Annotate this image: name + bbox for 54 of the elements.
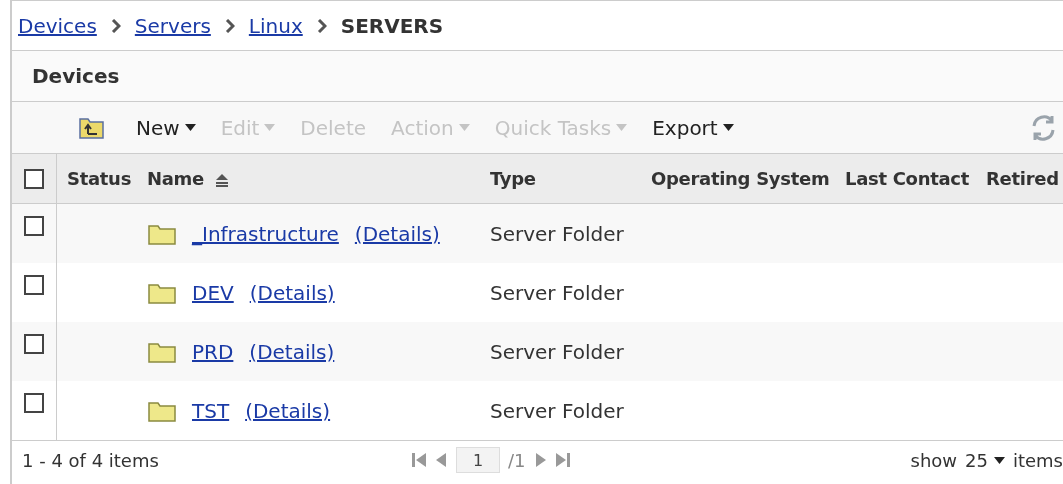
folder-link[interactable]: TST (192, 398, 230, 423)
folder-icon (148, 281, 176, 304)
folder-icon (148, 222, 176, 245)
folder-link[interactable]: DEV (192, 280, 234, 305)
last-page-icon[interactable] (555, 452, 570, 468)
folder-icon (148, 399, 176, 422)
show-label: show (910, 449, 958, 471)
breadcrumb-current: SERVERS (340, 13, 444, 38)
page-size-dropdown[interactable]: 25 (965, 449, 1005, 471)
caret-icon (722, 124, 734, 131)
next-page-icon[interactable] (533, 452, 548, 468)
details-link[interactable]: (Details) (249, 280, 335, 305)
page-total: /1 (508, 449, 526, 471)
folder-link[interactable]: _Infrastructure (192, 221, 339, 246)
folder-icon (148, 340, 176, 363)
column-header[interactable]: Status (57, 154, 137, 203)
breadcrumb-link[interactable]: Servers (134, 13, 211, 38)
panel-header: Devices (12, 50, 1063, 102)
details-link[interactable]: (Details) (245, 398, 331, 423)
items-summary: 1 - 4 of 4 items (22, 449, 159, 471)
chevron-icon (110, 18, 121, 33)
items-label: items (1012, 449, 1063, 471)
type-cell: Server Folder (490, 398, 624, 423)
column-header[interactable]: Type (480, 154, 641, 203)
row-checkbox[interactable] (24, 393, 44, 413)
chevron-icon (224, 18, 235, 33)
type-cell: Server Folder (490, 221, 624, 246)
caret-icon (458, 124, 470, 131)
chevron-icon (316, 18, 327, 33)
type-cell: Server Folder (490, 339, 624, 364)
breadcrumb-link[interactable]: Devices (18, 13, 97, 38)
checkbox[interactable] (24, 168, 44, 189)
caret-icon (616, 124, 628, 131)
previous-page-icon[interactable] (434, 452, 448, 468)
details-link[interactable]: (Details) (249, 339, 335, 364)
column-header[interactable]: Last Contact (835, 154, 976, 203)
menu-button[interactable]: New (136, 115, 196, 140)
details-link[interactable]: (Details) (354, 221, 440, 246)
column-header[interactable]: Operating System (641, 154, 835, 203)
column-header[interactable]: Retired (976, 154, 1063, 203)
row-checkbox[interactable] (24, 216, 44, 236)
caret-icon (993, 456, 1005, 464)
column-header[interactable]: Name (137, 154, 480, 203)
first-page-icon[interactable] (412, 452, 426, 468)
row-checkbox[interactable] (24, 334, 44, 354)
caret-icon (184, 124, 196, 131)
row-checkbox[interactable] (24, 275, 44, 295)
folder-up-icon[interactable] (78, 115, 105, 140)
type-cell: Server Folder (490, 280, 624, 305)
caret-icon (264, 124, 276, 131)
breadcrumb-link[interactable]: Linux (248, 13, 303, 38)
page-input[interactable]: 1 (456, 447, 500, 473)
folder-link[interactable]: PRD (192, 339, 234, 364)
menu-button[interactable]: Export (652, 115, 734, 140)
